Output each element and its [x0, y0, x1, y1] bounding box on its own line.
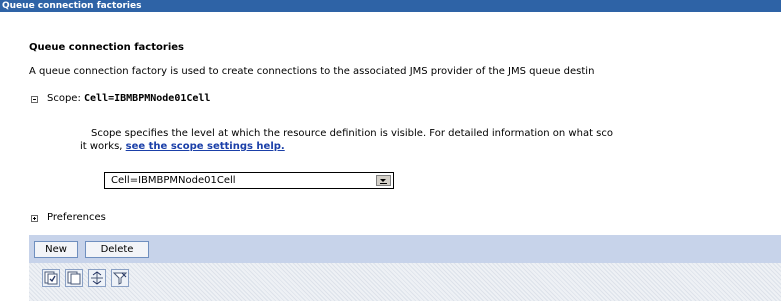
button-bar: New Delete — [29, 235, 781, 263]
filter-icon[interactable] — [111, 269, 129, 287]
delete-button[interactable]: Delete — [85, 241, 149, 258]
table-icon-bar — [29, 263, 781, 301]
preferences-label[interactable]: Preferences — [47, 212, 106, 223]
scope-collapse-icon[interactable] — [31, 96, 38, 103]
select-all-icon[interactable] — [42, 269, 60, 287]
scope-label: Scope: Cell=IBMBPMNode01Cell — [47, 93, 210, 104]
scope-settings-help-link[interactable]: see the scope settings help. — [126, 141, 285, 152]
scope-help-prefix: it works, — [80, 141, 126, 152]
add-column-icon[interactable] — [88, 269, 106, 287]
dropdown-arrow-icon[interactable] — [376, 175, 391, 186]
page-title: Queue connection factories — [29, 42, 184, 53]
scope-help-text: Scope specifies the level at which the r… — [91, 128, 613, 139]
deselect-all-icon[interactable] — [65, 269, 83, 287]
new-button[interactable]: New — [34, 241, 78, 258]
scope-value: Cell=IBMBPMNode01Cell — [84, 93, 211, 104]
scope-select-value: Cell=IBMBPMNode01Cell — [111, 175, 236, 186]
window-title: Queue connection factories — [0, 0, 781, 12]
scope-label-prefix: Scope: — [47, 93, 85, 104]
preferences-expand-icon[interactable] — [31, 215, 38, 222]
scope-select[interactable]: Cell=IBMBPMNode01Cell — [104, 172, 394, 189]
scope-help-text-2: it works, see the scope settings help. — [80, 141, 285, 152]
page-description: A queue connection factory is used to cr… — [29, 66, 595, 77]
